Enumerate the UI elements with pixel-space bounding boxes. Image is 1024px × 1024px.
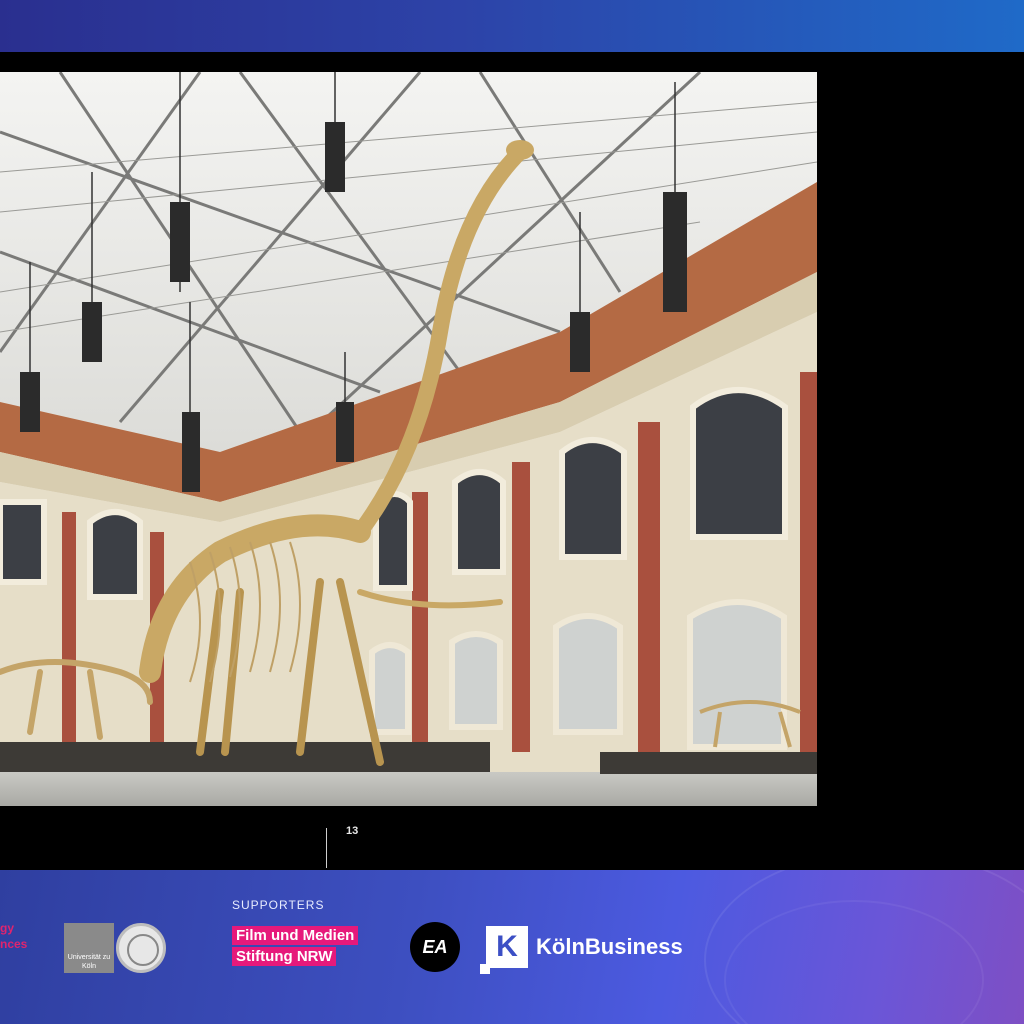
slide-page-number: 13 (346, 825, 359, 837)
koelnbusiness-mark-icon: K (480, 926, 528, 974)
ea-logo: EA (410, 922, 460, 972)
koelnbusiness-wordmark: KölnBusiness (536, 934, 683, 959)
presentation-top-bar (0, 0, 1024, 52)
filmstiftung-line-2: Stiftung NRW (232, 947, 337, 966)
film-und-medien-stiftung-logo: Film und Medien Stiftung NRW (232, 926, 385, 968)
filmstiftung-line-1: Film und Medien (232, 926, 359, 945)
partner-text-line-2: nces (0, 937, 28, 951)
university-logo-label: Universität zu Köln (67, 954, 111, 970)
university-seal-icon (116, 923, 166, 973)
koelnbusiness-mark-letter: K (496, 930, 518, 963)
museum-hall-illustration (0, 72, 817, 806)
koelnbusiness-logo: K KölnBusiness (480, 926, 683, 974)
partner-text-line-1: gy (0, 921, 15, 935)
slide-photo (0, 72, 817, 806)
slide-footer-divider (326, 828, 327, 868)
university-cologne-logo: Universität zu Köln (64, 923, 114, 973)
supporters-label: SUPPORTERS (232, 898, 325, 912)
partner-logo-text: gy nces (0, 920, 27, 952)
